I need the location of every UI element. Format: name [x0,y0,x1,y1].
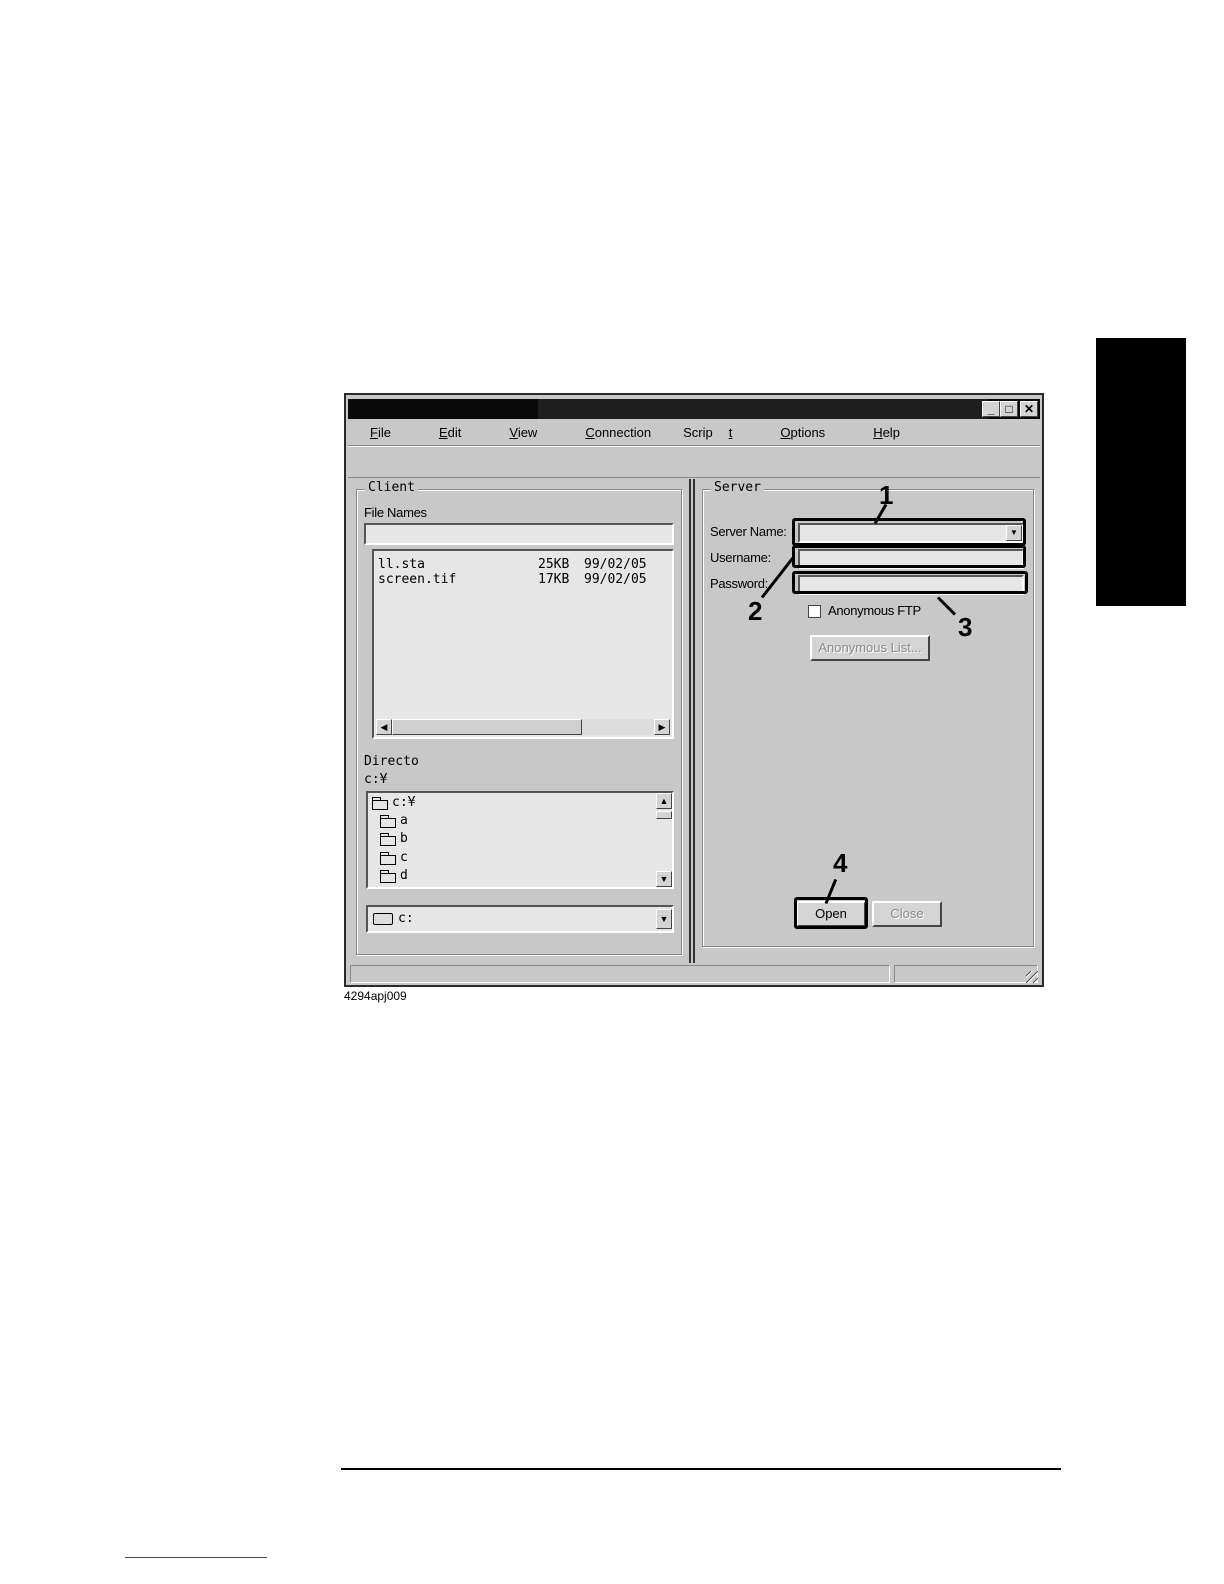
menu-help[interactable]: Help [857,425,916,440]
figure-caption: 4294apj009 [344,989,407,1003]
ftp-client-window: _ □ ✕ File Edit View Connection Scrip t O… [344,393,1044,987]
open-folder-icon [372,796,388,810]
callout-box-open [794,897,868,929]
folder-icon [380,832,396,846]
maximize-button[interactable]: □ [1000,401,1018,417]
resize-grip-icon[interactable] [1026,971,1038,983]
server-name-label: Server Name: [710,524,787,539]
scroll-up-icon[interactable]: ▲ [656,793,672,809]
folder-icon [380,869,396,883]
drive-select[interactable]: c: ▼ [366,905,674,933]
file-list[interactable]: ll.sta 25KB 99/02/05 screen.tif 17KB 99/02/0… [372,549,674,739]
drive-icon [373,913,393,925]
page-footer-rule [341,1468,1061,1470]
status-cell-secondary [894,965,1038,983]
current-directory: c:¥ [364,772,388,787]
client-pane: Client File Names ll.sta 25KB 99/02/05 scr… [352,479,688,959]
tree-item[interactable]: d [380,868,408,883]
menu-bar: File Edit View Connection Scrip t Options… [354,425,932,440]
menu-options[interactable]: Options [764,425,841,440]
chapter-side-tab [1096,338,1186,606]
callout-box-username [792,545,1026,568]
horizontal-scrollbar[interactable]: ◀ ▶ [376,719,670,735]
close-button[interactable]: Close [872,901,942,927]
scroll-thumb[interactable] [392,719,582,735]
scroll-right-icon[interactable]: ▶ [654,719,670,735]
client-group-title: Client [365,480,418,495]
file-names-label: File Names [364,505,427,520]
menu-file[interactable]: File [354,425,407,440]
username-label: Username: [710,550,771,565]
status-bar [348,963,1040,985]
menu-edit[interactable]: Edit [423,425,477,440]
anonymous-ftp-checkbox[interactable] [808,605,821,618]
tree-item[interactable]: b [380,831,408,846]
server-group-title: Server [711,480,764,495]
tree-item[interactable]: c:¥ [372,795,415,810]
scroll-down-icon[interactable]: ▼ [656,871,672,887]
minimize-button[interactable]: _ [982,401,1000,417]
directory-tree[interactable]: c:¥ a b c d ▲ ▼ [366,791,674,889]
anonymous-list-button[interactable]: Anonymous List... [810,635,930,661]
tree-item[interactable]: c [380,850,408,865]
menu-view[interactable]: View [493,425,553,440]
list-item[interactable]: ll.sta 25KB 99/02/05 [378,557,647,572]
pane-splitter[interactable] [689,479,695,963]
anonymous-ftp-label: Anonymous FTP [828,603,921,618]
server-pane: Server Server Name: Username: Password: … [698,479,1040,959]
scroll-left-icon[interactable]: ◀ [376,719,392,735]
callout-box-password [792,571,1028,594]
menu-connection[interactable]: Connection [569,425,667,440]
list-item[interactable]: screen.tif 17KB 99/02/05 [378,572,647,587]
folder-icon [380,814,396,828]
status-cell-main [350,965,890,983]
folder-icon [380,851,396,865]
callout-3: 3 [958,612,973,642]
close-window-button[interactable]: ✕ [1020,401,1038,417]
toolbar-divider [348,477,1040,478]
file-name-input[interactable] [364,523,674,545]
chevron-down-icon[interactable]: ▼ [656,909,672,929]
directory-label: Directo [364,754,419,769]
password-label: Password: [710,576,768,591]
title-bar: _ □ ✕ [348,399,1040,419]
footer-link-underline [125,1557,267,1558]
scroll-thumb[interactable] [656,811,672,819]
menu-script[interactable]: Scrip t [683,425,748,440]
callout-4: 4 [833,848,848,878]
tree-item[interactable]: a [380,813,408,828]
callout-2: 2 [748,596,763,626]
callout-box-server-name [792,518,1026,546]
